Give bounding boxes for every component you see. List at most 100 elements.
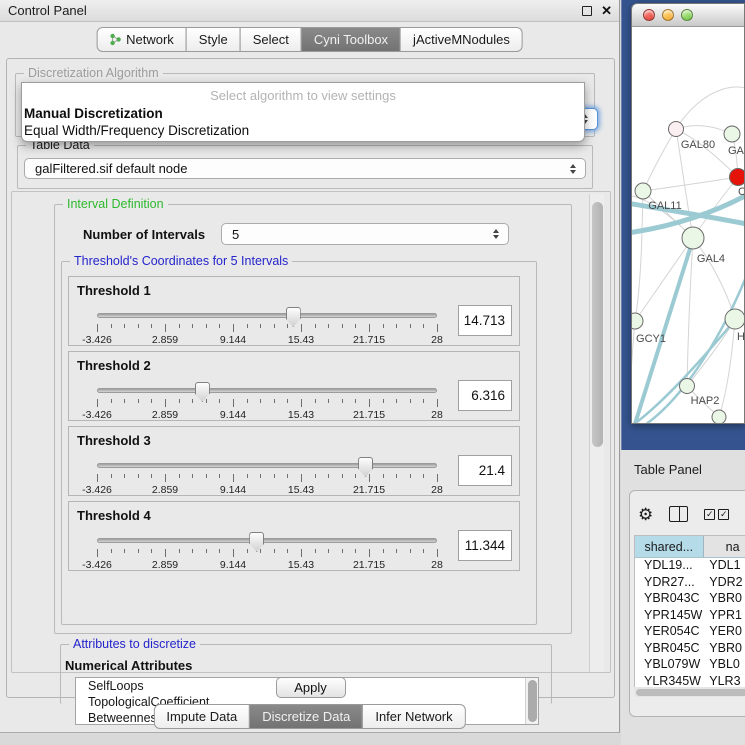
tick-mark	[396, 324, 397, 328]
network-edge[interactable]	[635, 238, 693, 321]
network-node-gal4[interactable]	[682, 227, 704, 249]
table-column-header[interactable]: shared...	[635, 536, 704, 557]
threshold-value-field[interactable]: 21.4	[458, 455, 512, 486]
tick-mark	[97, 549, 98, 557]
algorithm-option[interactable]: Manual Discretization	[22, 105, 584, 122]
tick-mark	[151, 399, 152, 403]
table-row[interactable]: YBL079WYBL0	[635, 657, 745, 674]
network-node-c[interactable]	[730, 169, 745, 186]
network-edge[interactable]	[693, 238, 735, 319]
table-row[interactable]: YER054CYER0	[635, 624, 745, 641]
slider-track[interactable]	[97, 388, 437, 393]
threshold-value-field[interactable]: 14.713	[458, 305, 512, 336]
table-row[interactable]: YPR145WYPR1	[635, 608, 745, 625]
number-of-intervals-combobox[interactable]: 5	[221, 223, 509, 245]
network-node-gal11[interactable]	[635, 183, 651, 199]
scrollbar-thumb[interactable]	[592, 202, 603, 447]
network-edge[interactable]	[643, 177, 738, 191]
tick-mark	[437, 399, 438, 407]
network-edge-thick[interactable]	[634, 239, 693, 424]
network-edge[interactable]	[632, 321, 635, 407]
threshold-value-field[interactable]: 11.344	[458, 530, 512, 561]
network-window-titlebar[interactable]	[632, 4, 744, 27]
tick-mark	[301, 549, 302, 557]
table-row[interactable]: YBR043CYBR0	[635, 591, 745, 608]
network-edge[interactable]	[719, 319, 735, 417]
checkbox-icon[interactable]: ✓	[704, 509, 715, 520]
gear-icon[interactable]: ⚙	[638, 506, 653, 523]
algorithm-option[interactable]: Equal Width/Frequency Discretization	[22, 122, 584, 139]
tick-mark	[179, 474, 180, 478]
table-cell: YER0	[705, 624, 745, 641]
network-node-hap2[interactable]	[680, 379, 695, 394]
table-data-group: Table Data galFiltered.sif default node	[17, 145, 593, 189]
threshold-label: Threshold 4	[77, 508, 151, 523]
zoom-traffic-icon[interactable]	[681, 9, 693, 21]
table-row[interactable]: YBR045CYBR0	[635, 641, 745, 658]
tick-mark	[355, 474, 356, 478]
tick-mark	[287, 399, 288, 403]
float-icon[interactable]	[582, 6, 592, 16]
tab-jactivemnodules[interactable]: jActiveMNodules	[400, 27, 523, 52]
slider-track[interactable]	[97, 463, 437, 468]
network-icon	[109, 33, 121, 46]
top-tab-bar: NetworkStyleSelect Cyni Toolbox jActiveMNo…	[96, 27, 523, 52]
attributes-title: Attributes to discretize	[69, 637, 200, 651]
tick-mark	[328, 474, 329, 478]
tick-mark	[396, 399, 397, 403]
network-node[interactable]	[712, 410, 726, 424]
thresholds-title: Threshold's Coordinates for 5 Intervals	[70, 254, 292, 268]
network-edge[interactable]	[635, 191, 643, 321]
close-icon[interactable]: ✕	[601, 3, 612, 19]
numerical-attributes-label: Numerical Attributes	[65, 658, 192, 673]
network-canvas[interactable]: GAL80GACGAL11GAL4GCY1HHAP2	[632, 27, 745, 424]
table-cell: YDR2	[705, 575, 745, 592]
tick-mark	[192, 399, 193, 403]
window-title: Control Panel	[8, 3, 87, 18]
slider-handle[interactable]	[249, 532, 264, 552]
scrollbar-thumb[interactable]	[636, 689, 745, 696]
node-table[interactable]: shared...na YDL19...YDL1YDR27...YDR2YBR0…	[634, 535, 745, 695]
tick-mark	[369, 399, 370, 407]
apply-button[interactable]: Apply	[276, 677, 346, 698]
network-node-gcy1[interactable]	[632, 313, 643, 329]
table-row[interactable]: YDR27...YDR2	[635, 575, 745, 592]
tab-label: Cyni Toolbox	[314, 32, 388, 47]
slider-track[interactable]	[97, 538, 437, 543]
tick-mark	[423, 549, 424, 553]
threshold-value-field[interactable]: 6.316	[458, 380, 512, 411]
tab-select[interactable]: Select	[240, 27, 302, 52]
tab-style[interactable]: Style	[186, 27, 241, 52]
table-data-combobox[interactable]: galFiltered.sif default node	[24, 158, 586, 179]
table-row[interactable]: YDL19...YDL1	[635, 558, 745, 575]
split-columns-icon[interactable]	[669, 506, 688, 522]
tick-mark	[410, 474, 411, 478]
close-traffic-icon[interactable]	[643, 9, 655, 21]
attributes-scrollbar[interactable]	[525, 678, 538, 724]
table-panel-card: ⚙ ✓ ✓ shared...na YDL19...YDL1YDR27...YD…	[629, 490, 745, 717]
table-column-header[interactable]: na	[704, 536, 745, 557]
node-label: H	[737, 331, 745, 343]
bottom-tab-infer-network[interactable]: Infer Network	[362, 704, 465, 729]
checkbox-icon[interactable]: ✓	[718, 509, 729, 520]
tab-cyni-toolbox[interactable]: Cyni Toolbox	[301, 27, 401, 52]
network-edge[interactable]	[643, 129, 676, 191]
tick-mark	[192, 474, 193, 478]
tick-mark	[97, 324, 98, 332]
slider-track[interactable]	[97, 313, 437, 318]
table-hscrollbar[interactable]	[634, 687, 745, 697]
network-node-ga[interactable]	[724, 126, 740, 142]
network-edge[interactable]	[676, 87, 745, 129]
slider-handle[interactable]	[195, 382, 210, 402]
table-cell: YBR0	[705, 641, 745, 658]
settings-scrollbar[interactable]	[589, 194, 604, 672]
scrollbar-thumb[interactable]	[528, 680, 537, 722]
network-node-gal80[interactable]	[669, 122, 684, 137]
bottom-tab-impute-data[interactable]: Impute Data	[153, 704, 250, 729]
thresholds-group: Threshold's Coordinates for 5 Intervals …	[61, 261, 537, 625]
bottom-tab-discretize-data[interactable]: Discretize Data	[249, 704, 363, 729]
minimize-traffic-icon[interactable]	[662, 9, 674, 21]
network-node-h[interactable]	[725, 309, 745, 329]
tab-network[interactable]: Network	[96, 27, 187, 52]
slider-handle[interactable]	[358, 457, 373, 477]
